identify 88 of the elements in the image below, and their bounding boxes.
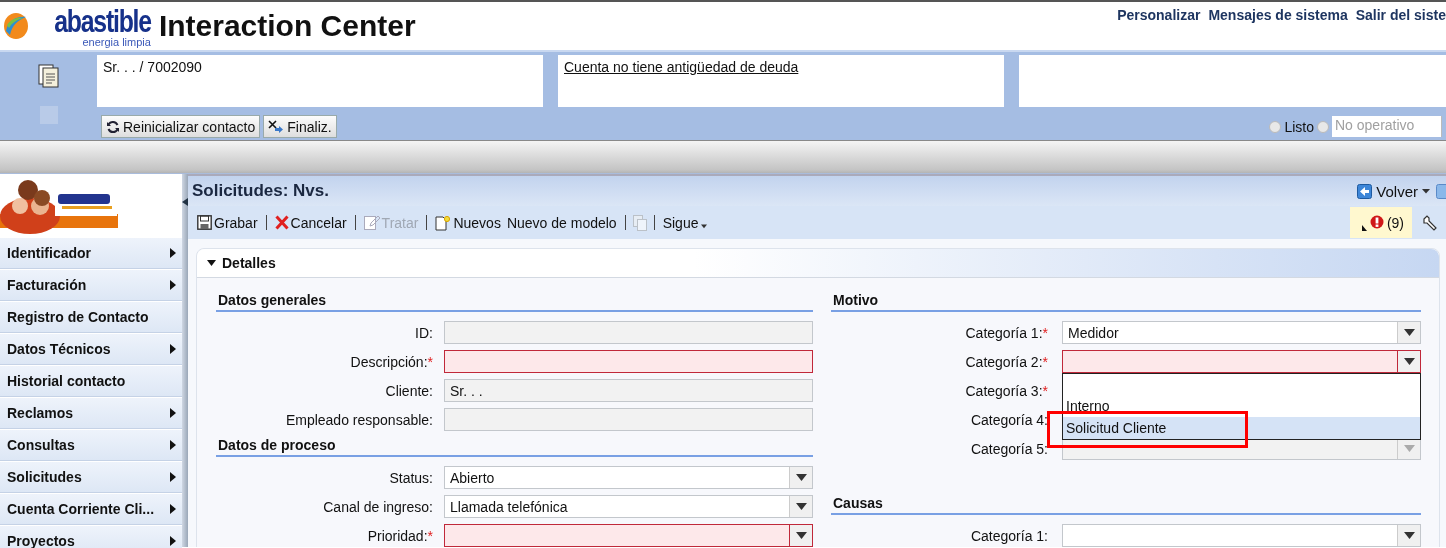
toolbar-button[interactable]: Nuevo de modelo: [503, 214, 620, 231]
sidebar-item[interactable]: Solicitudes: [0, 461, 182, 493]
field-label: Descripción:*: [349, 353, 433, 370]
end-contact-button[interactable]: Finaliz.: [263, 115, 337, 138]
sidebar-item[interactable]: Proyectos: [0, 525, 182, 548]
logo-swirl-icon: [2, 11, 30, 41]
reset-contact-button[interactable]: Reinicializar contacto: [101, 115, 261, 138]
dropdown-option[interactable]: Interno: [1063, 395, 1420, 417]
warning-icon: [1361, 213, 1384, 232]
field-label: Prioridad:*: [366, 527, 433, 544]
messages-indicator[interactable]: (9): [1349, 207, 1412, 238]
sidebar-item-label: Solicitudes: [7, 469, 82, 485]
sidebar-item[interactable]: Reclamos: [0, 397, 182, 429]
exit-arrow-icon: [268, 119, 285, 134]
wrench-icon[interactable]: [1422, 214, 1438, 231]
contact-info: Sr. . . / 7002090: [103, 59, 202, 75]
notes-icon[interactable]: [37, 64, 60, 88]
dropdown-field[interactable]: [1062, 524, 1421, 547]
caret-icon: [700, 222, 709, 229]
group-heading: Datos de proceso: [216, 435, 813, 457]
sidebar-item[interactable]: Consultas: [0, 429, 182, 461]
field-label: Cliente:: [384, 382, 433, 399]
radio-button[interactable]: [1317, 120, 1329, 133]
back-arrow-icon: [1357, 183, 1373, 199]
panel-title: Solicitudes: Nvs.: [192, 181, 329, 201]
toolbar-button[interactable]: Cancelar: [271, 214, 350, 231]
dropdown-arrow-icon[interactable]: [795, 474, 807, 481]
group-heading: Motivo: [831, 290, 1421, 312]
expand-toggle-icon[interactable]: [207, 260, 216, 266]
new-document-icon: [435, 214, 452, 231]
cancel-icon: [274, 215, 289, 230]
toolbar-button[interactable]: Grabar: [194, 214, 261, 231]
header-link[interactable]: Salir del siste: [1355, 7, 1446, 23]
radio-button[interactable]: [1269, 120, 1282, 133]
refresh-icon: [106, 119, 120, 134]
header-link[interactable]: Personalizar: [1117, 7, 1201, 23]
more-menu-button[interactable]: Sigue: [659, 214, 712, 231]
field-label: Canal de ingreso:: [322, 498, 433, 515]
sidebar-item-label: Cuenta Corriente Cli...: [7, 501, 155, 517]
pencil-icon: [363, 215, 380, 230]
dropdown-field[interactable]: Medidor: [1062, 321, 1421, 344]
input-field[interactable]: [444, 350, 813, 373]
status-label: Listo: [1284, 118, 1314, 135]
sidebar-item[interactable]: Registro de Contacto: [0, 301, 182, 333]
header-link[interactable]: Mensajes de sistema: [1208, 7, 1348, 23]
sidebar-item[interactable]: Datos Técnicos: [0, 333, 182, 365]
sidebar-item-label: Registro de Contacto: [7, 309, 149, 325]
sidebar-item-label: Proyectos: [7, 533, 75, 548]
dropdown-field[interactable]: Llamada telefónica: [444, 495, 813, 518]
field-label: Categoría 3:*: [964, 382, 1048, 399]
group-heading: Datos generales: [216, 290, 813, 312]
sidebar-item-label: Consultas: [7, 437, 75, 453]
sidebar-item-label: Reclamos: [7, 405, 74, 421]
field-label: Status:: [388, 469, 433, 486]
dropdown-arrow-icon[interactable]: [795, 532, 807, 539]
field-label: Categoría 1:: [969, 527, 1048, 544]
section-title: Detalles: [222, 255, 276, 271]
sidebar-item-label: Facturación: [7, 277, 87, 293]
brand-name: abastible: [54, 4, 151, 39]
field-label: Categoría 4:: [969, 411, 1048, 428]
collapse-arrow-icon[interactable]: [182, 198, 188, 206]
field-label: ID:: [414, 324, 433, 341]
sidebar-item-label: Historial contacto: [7, 373, 126, 389]
group-heading: Causas: [831, 493, 1421, 515]
save-icon: [197, 215, 212, 230]
brand-tagline: energia limpia: [82, 36, 151, 48]
sidebar-item[interactable]: Historial contacto: [0, 365, 182, 397]
dropdown-field[interactable]: [444, 524, 813, 547]
toolbar-button[interactable]: Nuevos: [432, 214, 504, 231]
sidebar-item[interactable]: Identificador: [0, 237, 182, 269]
field-label: Categoría 2:*: [964, 353, 1048, 370]
back-button[interactable]: Volver: [1357, 182, 1430, 200]
caret-icon: [1422, 188, 1430, 194]
debt-status-link[interactable]: Cuenta no tiene antigüedad de deuda: [564, 59, 799, 75]
sidebar-item[interactable]: Cuenta Corriente Cli...: [0, 493, 182, 525]
dropdown-arrow-icon[interactable]: [1403, 358, 1415, 365]
dropdown-field[interactable]: Abierto: [444, 466, 813, 489]
dropdown-arrow-icon[interactable]: [1403, 532, 1415, 539]
dropdown-arrow-icon[interactable]: [795, 503, 807, 510]
dropdown-arrow-icon[interactable]: [1403, 329, 1415, 336]
field-label: Categoría 1:*: [964, 324, 1048, 341]
app-title: Interaction Center: [158, 8, 416, 44]
sidebar-item-label: Identificador: [7, 245, 91, 261]
field-label: Categoría 5:: [969, 440, 1048, 457]
dropdown-option[interactable]: Solicitud Cliente: [1063, 417, 1420, 439]
sidebar-item-label: Datos Técnicos: [7, 341, 111, 357]
field-label: Empleado responsable:: [284, 411, 433, 428]
sidebar-item[interactable]: Facturación: [0, 269, 182, 301]
